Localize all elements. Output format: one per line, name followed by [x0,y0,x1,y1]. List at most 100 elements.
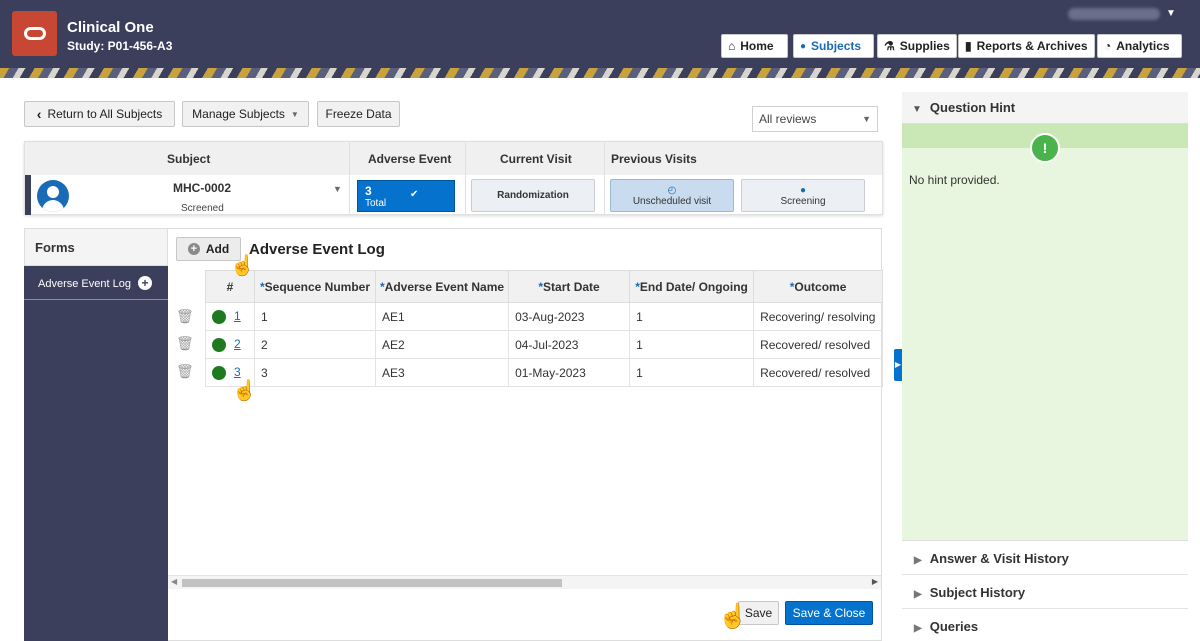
hand-cursor-icon: ☝ [718,603,748,630]
button-label: Return to All Subjects [47,107,163,121]
visit-label: Unscheduled visit [632,195,712,207]
save-and-close-button[interactable]: Save & Close [785,601,873,625]
subject-header: Subject [167,152,211,166]
cell: AE1 [374,302,510,331]
user-caret-icon[interactable]: ▼ [1166,8,1176,19]
cell: 1 [629,330,755,359]
accordion-subject-history[interactable]: ▶ Subject History [902,575,1188,609]
nav-reports-button[interactable]: ▮ Reports & Archives [958,34,1095,58]
cell: Recovered/ resolved [753,358,884,387]
nav-subjects-button[interactable]: ● Subjects [793,34,874,58]
row-status-cell: 1 [205,302,255,331]
column-header: *Start Date [508,270,631,303]
row-link[interactable]: 2 [234,337,241,351]
nav-label: Subjects [811,39,862,53]
scrollbar-thumb[interactable] [182,579,562,587]
collapse-panel-icon[interactable]: ▶ [894,349,902,381]
cell: 2 [254,330,376,359]
nav-supplies-button[interactable]: ⚗ Supplies [877,34,957,58]
column-label: Adverse Event Name [384,279,505,294]
nav-home-button[interactable]: ⌂ Home [721,34,788,58]
user-menu[interactable] [1068,8,1160,20]
form-title: Adverse Event Log [249,241,385,258]
chevron-left-icon: ‹ [36,106,42,122]
chevron-right-icon: ▶ [914,623,922,634]
header-banner [0,68,1200,78]
chevron-right-icon: ▶ [914,589,922,600]
scroll-right-icon[interactable]: ▶ [872,577,878,586]
current-visit-button[interactable]: Randomization [471,179,595,212]
accordion-label: Subject History [929,585,1026,600]
cell: 03-Aug-2023 [508,302,631,331]
clock-icon: ◴ [667,184,677,196]
app-title: Clinical One [67,19,154,36]
avatar [37,180,69,212]
cell: 3 [254,358,376,387]
cell: AE3 [374,358,510,387]
table-header-row: # *Sequence Number *Adverse Event Name *… [205,270,884,303]
button-label: Manage Subjects [192,107,285,121]
person-icon: ● [799,184,807,196]
adverse-event-total-button[interactable]: 3 Total ✔ [357,180,455,212]
subject-card: Subject Adverse Event Current Visit Prev… [24,141,883,215]
row-link[interactable]: 3 [234,365,241,379]
previous-visits-header: Previous Visits [611,152,697,166]
accordion-label: Answer & Visit History [929,551,1069,566]
hand-cursor-icon: ☝ [232,380,257,402]
chevron-right-icon: ▶ [914,555,922,566]
trash-icon[interactable]: 🗑 [176,335,194,352]
visit-label: Screening [780,195,826,207]
question-hint-header[interactable]: ▼ Question Hint [902,92,1188,124]
horizontal-scrollbar[interactable]: ◀ ▶ [168,575,881,589]
gauge-icon: ◔ [1104,39,1112,53]
freeze-data-button[interactable]: Freeze Data [317,101,400,127]
status-dot-icon [212,337,226,352]
row-link[interactable]: 1 [234,309,241,323]
trash-icon[interactable]: 🗑 [176,308,194,325]
subject-card-header [25,142,882,175]
bar-chart-icon: ▮ [965,39,972,53]
column-label: End Date/ Ongoing [639,279,748,294]
reviews-select[interactable]: All reviews ▼ [752,106,878,132]
hint-text: No hint provided. [909,173,1000,187]
oracle-logo-icon [12,11,57,56]
chevron-down-icon: ▼ [862,114,871,124]
adverse-event-header: Adverse Event [368,152,452,166]
status-dot-icon [212,309,226,324]
info-icon: ! [1030,133,1060,163]
column-label: Outcome [794,279,847,294]
forms-title: Forms [24,228,168,266]
cell: 01-May-2023 [508,358,631,387]
previous-visit-unscheduled[interactable]: ◴ Unscheduled visit [610,179,734,212]
trash-icon[interactable]: 🗑 [176,363,194,380]
plus-icon: + [187,243,200,255]
cell: Recovering/ resolving [753,302,884,331]
nav-label: Supplies [899,39,950,53]
nav-label: Home [740,39,774,53]
check-icon: ✔ [410,189,419,200]
accordion-answer-visit-history[interactable]: ▶ Answer & Visit History [902,541,1188,575]
chevron-down-icon[interactable]: ▼ [333,184,342,194]
nav-label: Analytics [1116,39,1170,53]
cell: 04-Jul-2023 [508,330,631,359]
accordion-queries[interactable]: ▶ Queries [902,609,1188,641]
scroll-left-icon[interactable]: ◀ [171,577,177,586]
button-label: Add [205,242,230,256]
subject-id[interactable]: MHC-0002 [173,181,231,195]
column-label: Start Date [543,279,600,294]
hand-cursor-icon: ☝ [230,255,255,277]
previous-visit-screening[interactable]: ● Screening [741,179,865,212]
visit-label: Randomization [497,190,569,201]
row-status-cell: 2 [205,330,255,359]
manage-subjects-button[interactable]: Manage Subjects ▼ [182,101,309,127]
subject-status: Screened [181,203,224,214]
nav-analytics-button[interactable]: ◔ Analytics [1097,34,1182,58]
adverse-event-table: # *Sequence Number *Adverse Event Name *… [205,270,884,387]
add-form-icon[interactable]: + [138,276,152,290]
table-row: 2 2 AE2 04-Jul-2023 1 Recovered/ resolve… [205,330,884,359]
column-header: *Adverse Event Name [374,270,510,303]
person-icon: ● [800,40,807,52]
table-row: 1 1 AE1 03-Aug-2023 1 Recovering/ resolv… [205,302,884,331]
ae-count: 3 [365,184,372,198]
return-to-subjects-button[interactable]: ‹ Return to All Subjects [24,101,175,127]
